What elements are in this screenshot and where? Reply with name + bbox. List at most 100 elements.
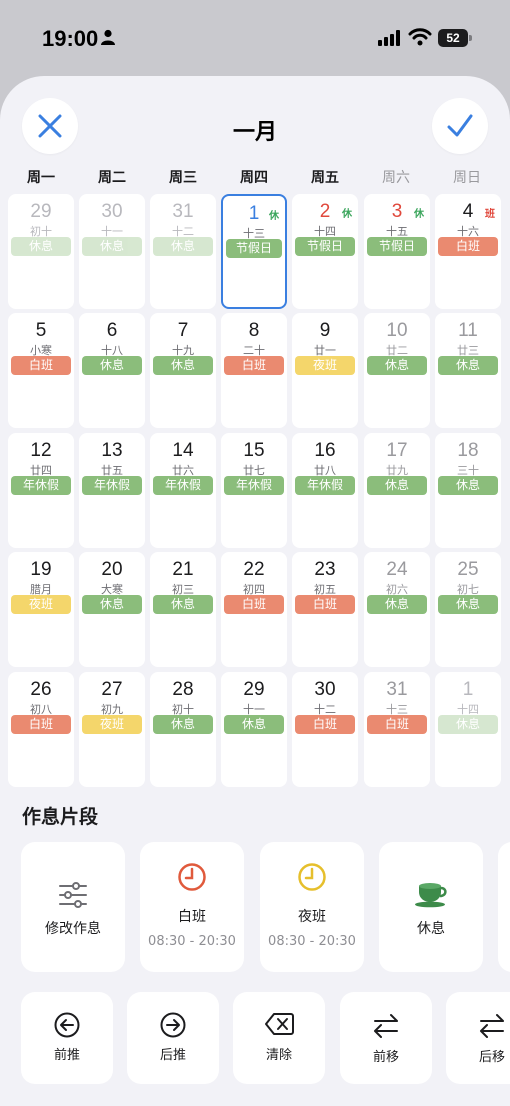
weekday-label: 周二 xyxy=(98,170,126,186)
calendar-day-cell[interactable]: 11 廿三 休息 xyxy=(435,313,501,428)
calendar-day-cell[interactable]: 29 十一 休息 xyxy=(221,672,287,787)
schedule-tag: 休息 xyxy=(438,476,498,495)
calendar-day-cell[interactable]: 17 廿九 休息 xyxy=(364,433,430,548)
day-number: 7 xyxy=(177,320,189,341)
day-number: 18 xyxy=(457,440,479,461)
calendar-day-cell[interactable]: 15 廿七 年休假 xyxy=(221,433,287,548)
clear-button[interactable]: 清除 xyxy=(233,992,325,1084)
segment-day-shift[interactable]: 白班 08:30 - 20:30 xyxy=(140,842,244,972)
calendar-day-cell[interactable]: 28 初十 休息 xyxy=(150,672,216,787)
day-number: 29 xyxy=(30,201,52,222)
calendar-day-cell[interactable]: 27 初九 夜班 xyxy=(79,672,145,787)
schedule-tag: 年休假 xyxy=(224,476,284,495)
calendar-day-cell[interactable]: 22 初四 白班 xyxy=(221,552,287,667)
swap-arrows-icon xyxy=(374,1014,398,1038)
calendar-day-cell[interactable]: 10 廿二 休息 xyxy=(364,313,430,428)
calendar-grid: 29 初十 休息 30 十一 休息 31 十二 休息 1 休十三 节假日 2 休十四 节假日 3 休十五 节假日 4… xyxy=(0,194,510,788)
schedule-tag: 休息 xyxy=(153,715,213,734)
schedule-tag: 休息 xyxy=(367,356,427,375)
segment-time: 08:30 - 20:30 xyxy=(268,934,356,949)
weekday-label: 周六 xyxy=(382,170,410,186)
day-number: 24 xyxy=(386,559,408,580)
calendar-day-cell[interactable]: 31 十三 白班 xyxy=(364,672,430,787)
calendar-day-cell[interactable]: 12 廿四 年休假 xyxy=(8,433,74,548)
calendar-day-cell[interactable]: 3 休十五 节假日 xyxy=(364,194,430,309)
schedule-tag: 年休假 xyxy=(153,476,213,495)
calendar-day-cell[interactable]: 30 十一 休息 xyxy=(79,194,145,309)
action-label: 后推 xyxy=(159,1048,186,1063)
move-back-button[interactable]: 后移 xyxy=(446,992,510,1084)
day-number: 19 xyxy=(30,559,52,580)
calendar-day-cell[interactable]: 19 腊月 夜班 xyxy=(8,552,74,667)
calendar-day-cell[interactable]: 13 廿五 年休假 xyxy=(79,433,145,548)
calendar-day-cell[interactable]: 31 十二 休息 xyxy=(150,194,216,309)
calendar-day-cell[interactable]: 1 休十三 节假日 xyxy=(221,194,287,309)
checkmark-icon xyxy=(447,114,473,137)
segment-label: 休息 xyxy=(417,921,445,937)
calendar-day-cell[interactable]: 6 十八 休息 xyxy=(79,313,145,428)
segment-edit-schedule[interactable]: 修改作息 xyxy=(21,842,125,972)
battery-level: 52 xyxy=(446,31,460,45)
calendar-day-cell[interactable]: 4 班十六 白班 xyxy=(435,194,501,309)
calendar-day-cell[interactable]: 7 十九 休息 xyxy=(150,313,216,428)
schedule-tag: 节假日 xyxy=(367,237,427,256)
schedule-tag: 年休假 xyxy=(11,476,71,495)
segment-time: 08:30 - 20:30 xyxy=(148,934,236,949)
holiday-rest-badge: 休 xyxy=(342,209,352,220)
section-title: 作息片段 xyxy=(22,806,99,828)
clock-yellow-icon xyxy=(298,863,326,891)
day-number: 13 xyxy=(101,440,123,461)
calendar-day-cell[interactable]: 16 廿八 年休假 xyxy=(292,433,358,548)
calendar-day-cell[interactable]: 26 初八 白班 xyxy=(8,672,74,787)
schedule-tag: 休息 xyxy=(367,595,427,614)
push-forward-button[interactable]: 前推 xyxy=(21,992,113,1084)
weekday-header: 周一 周二 周三 周四 周五 周六 周日 xyxy=(6,167,504,187)
segment-night-shift[interactable]: 夜班 08:30 - 20:30 xyxy=(260,842,364,972)
schedule-tag: 休息 xyxy=(153,237,213,256)
arrow-left-circle-icon xyxy=(54,1012,80,1038)
action-label: 后移 xyxy=(478,1050,505,1065)
day-number: 16 xyxy=(314,440,336,461)
calendar-day-cell[interactable]: 24 初六 休息 xyxy=(364,552,430,667)
schedule-tag: 夜班 xyxy=(11,595,71,614)
calendar-day-cell[interactable]: 18 三十 休息 xyxy=(435,433,501,548)
calendar-day-cell[interactable]: 20 大寒 休息 xyxy=(79,552,145,667)
schedule-tag: 休息 xyxy=(11,237,71,256)
schedule-tag: 年休假 xyxy=(295,476,355,495)
schedule-tag: 休息 xyxy=(367,476,427,495)
calendar-day-cell[interactable]: 9 廿一 夜班 xyxy=(292,313,358,428)
segment-rest[interactable]: 休息 xyxy=(379,842,483,972)
wifi-icon xyxy=(408,28,432,46)
day-number: 8 xyxy=(248,320,260,341)
day-number: 9 xyxy=(319,320,331,341)
calendar-day-cell[interactable]: 23 初五 白班 xyxy=(292,552,358,667)
segment-more[interactable] xyxy=(498,842,510,972)
move-forward-button[interactable]: 前移 xyxy=(340,992,432,1084)
schedule-tag: 休息 xyxy=(438,595,498,614)
calendar-day-cell[interactable]: 1 十四 休息 xyxy=(435,672,501,787)
action-list: 前推 后推 清除 前移 后移 xyxy=(0,992,510,1084)
confirm-button[interactable] xyxy=(432,98,488,154)
segment-list: 修改作息 白班 08:30 - 20:30 夜班 08:30 - 20:30 休… xyxy=(0,842,510,972)
weekday-label: 周四 xyxy=(240,170,268,186)
calendar-day-cell[interactable]: 21 初三 休息 xyxy=(150,552,216,667)
weekday-label: 周五 xyxy=(311,170,339,186)
day-number: 30 xyxy=(314,679,336,700)
calendar-day-cell[interactable]: 14 廿六 年休假 xyxy=(150,433,216,548)
clock-red-icon xyxy=(178,863,206,891)
calendar-day-cell[interactable]: 25 初七 休息 xyxy=(435,552,501,667)
push-back-button[interactable]: 后推 xyxy=(127,992,219,1084)
schedule-sheet: 一月 周一 周二 周三 周四 周五 周六 周日 29 初十 休息 30 十一 休息 31 十二… xyxy=(0,76,510,1106)
day-number: 10 xyxy=(386,320,408,341)
day-number: 26 xyxy=(30,679,52,700)
day-number: 11 xyxy=(458,320,478,341)
calendar-day-cell[interactable]: 5 小寒 白班 xyxy=(8,313,74,428)
calendar-day-cell[interactable]: 8 二十 白班 xyxy=(221,313,287,428)
schedule-tag: 夜班 xyxy=(295,356,355,375)
calendar-day-cell[interactable]: 2 休十四 节假日 xyxy=(292,194,358,309)
schedule-tag: 休息 xyxy=(82,595,142,614)
calendar-day-cell[interactable]: 29 初十 休息 xyxy=(8,194,74,309)
day-number: 14 xyxy=(172,440,194,461)
schedule-tag: 白班 xyxy=(224,356,284,375)
calendar-day-cell[interactable]: 30 十二 白班 xyxy=(292,672,358,787)
